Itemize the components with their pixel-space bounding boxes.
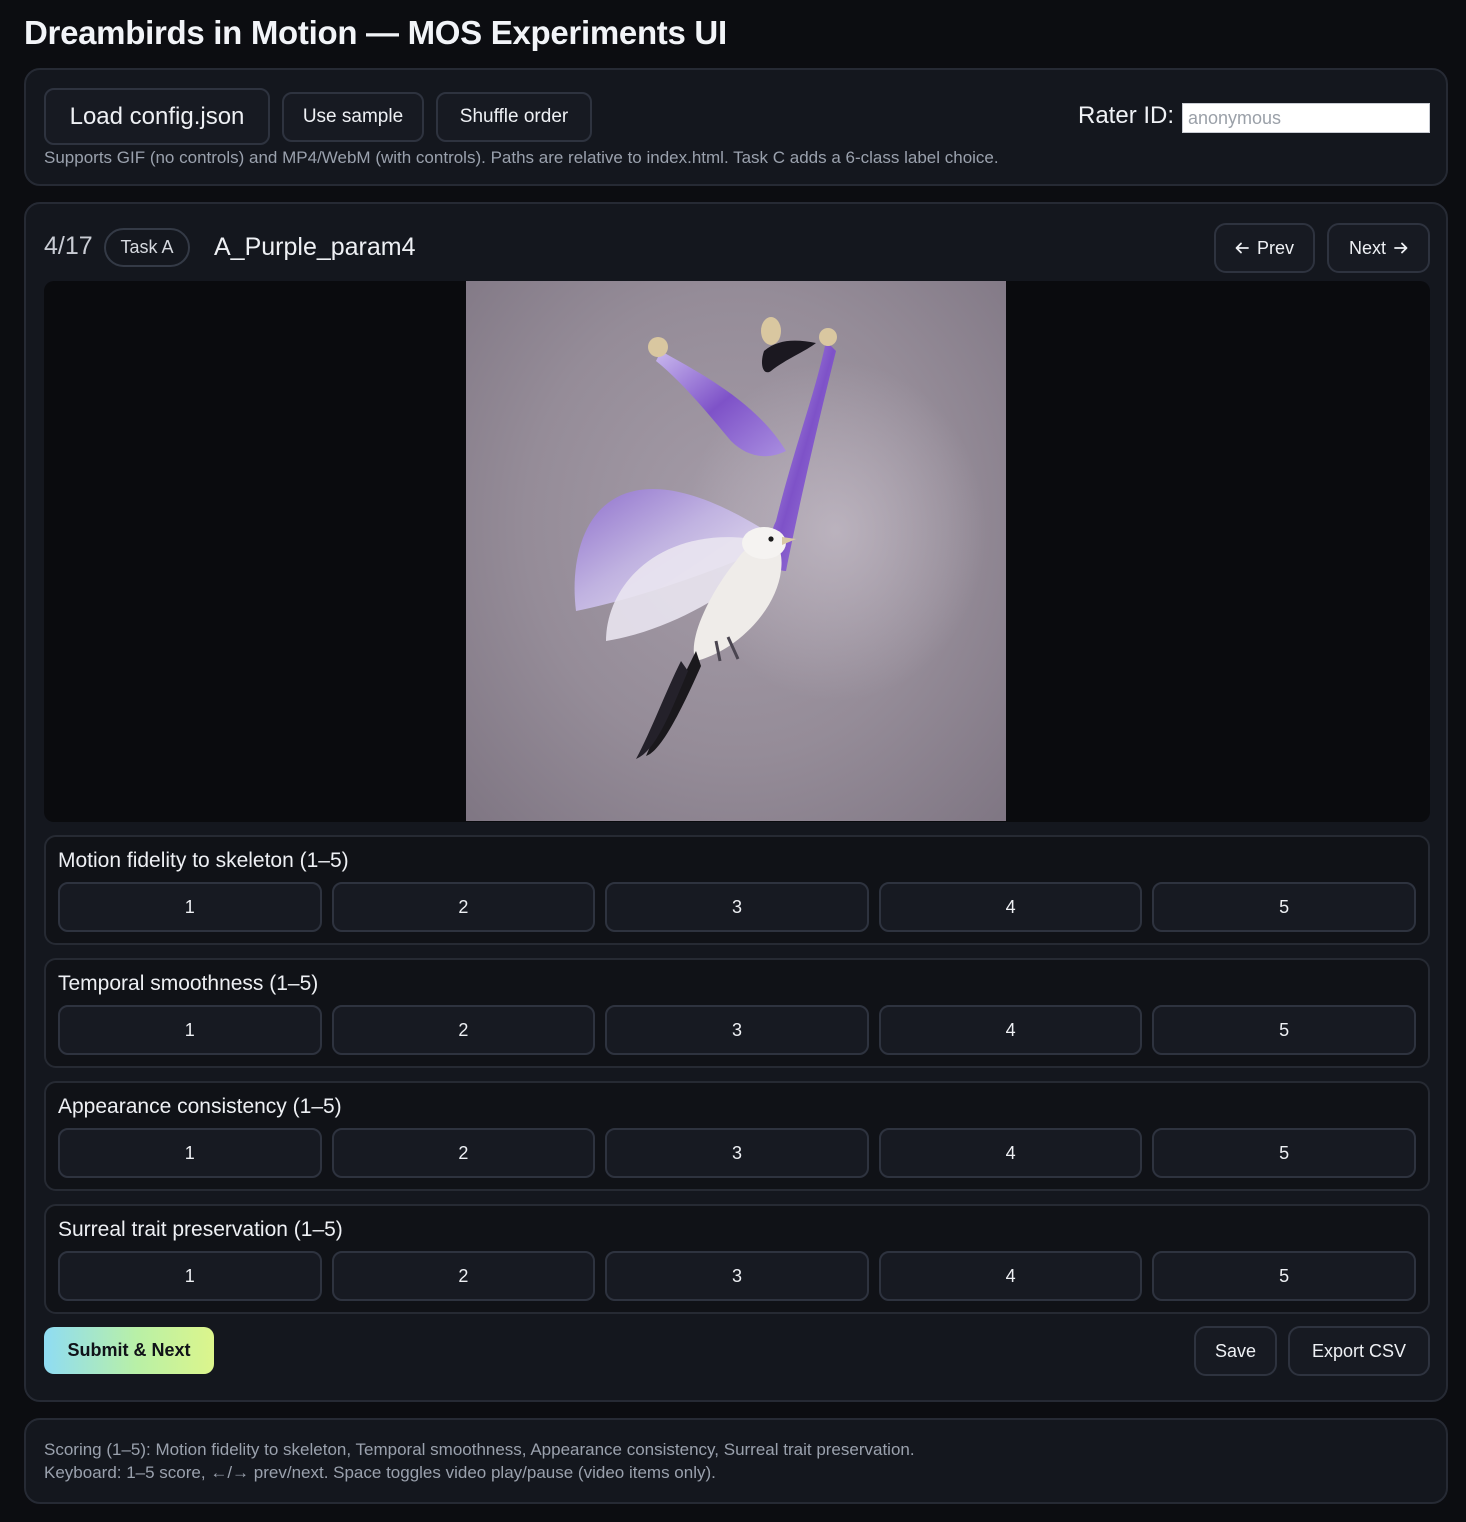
rating-group-temporal-smoothness: Temporal smoothness (1–5) 1 2 3 4 5 (44, 958, 1430, 1068)
bird-image (574, 317, 986, 759)
use-sample-button[interactable]: Use sample (282, 92, 424, 142)
arrow-right-icon (1394, 242, 1408, 254)
page-title: Dreambirds in Motion — MOS Experiments U… (24, 14, 727, 51)
score-button-5[interactable]: 5 (1152, 1128, 1416, 1178)
rating-label: Temporal smoothness (1–5) (58, 972, 319, 995)
score-button-5[interactable]: 5 (1152, 1005, 1416, 1055)
shuffle-order-button[interactable]: Shuffle order (436, 92, 592, 142)
rating-label: Surreal trait preservation (1–5) (58, 1218, 343, 1241)
load-config-button[interactable]: Load config.json (44, 88, 270, 145)
score-button-4[interactable]: 4 (878, 1251, 1143, 1301)
toolbar-panel: Load config.json Use sample Shuffle orde… (24, 68, 1448, 186)
format-hint: Supports GIF (no controls) and MP4/WebM … (44, 148, 999, 167)
score-button-1[interactable]: 1 (58, 1251, 322, 1301)
rater-id-input[interactable] (1182, 103, 1430, 133)
task-badge: Task A (104, 228, 190, 267)
scoring-help: Scoring (1–5): Motion fidelity to skelet… (44, 1440, 915, 1459)
score-button-2[interactable]: 2 (331, 1128, 596, 1178)
next-button[interactable]: Next (1327, 223, 1430, 273)
score-button-5[interactable]: 5 (1152, 1251, 1416, 1301)
rating-group-surreal-trait: Surreal trait preservation (1–5) 1 2 3 4… (44, 1204, 1430, 1314)
score-button-4[interactable]: 4 (878, 1005, 1143, 1055)
score-row: 1 2 3 4 5 (58, 882, 1416, 932)
score-button-3[interactable]: 3 (605, 1005, 869, 1055)
next-label: Next (1348, 237, 1386, 258)
arrow-left-icon (1235, 242, 1249, 254)
prev-button[interactable]: Prev (1214, 223, 1315, 273)
rating-label: Motion fidelity to skeleton (1–5) (58, 849, 349, 872)
score-button-1[interactable]: 1 (58, 1128, 322, 1178)
score-button-1[interactable]: 1 (58, 1005, 322, 1055)
rating-group-motion-fidelity: Motion fidelity to skeleton (1–5) 1 2 3 … (44, 835, 1430, 945)
rating-group-appearance-consistency: Appearance consistency (1–5) 1 2 3 4 5 (44, 1081, 1430, 1191)
rating-panel: 4/17 Task A A_Purple_param4 Prev Next Mo… (24, 202, 1448, 1402)
score-row: 1 2 3 4 5 (58, 1251, 1416, 1301)
export-csv-button[interactable]: Export CSV (1288, 1326, 1430, 1376)
score-button-3[interactable]: 3 (605, 1128, 869, 1178)
score-row: 1 2 3 4 5 (58, 1005, 1416, 1055)
score-button-3[interactable]: 3 (605, 882, 869, 932)
keyboard-help: Keyboard: 1–5 score, ←/→ prev/next. Spac… (44, 1463, 716, 1482)
item-counter: 4/17 (44, 232, 93, 260)
prev-label: Prev (1256, 237, 1294, 258)
rater-id-label: Rater ID: (1078, 102, 1175, 129)
score-button-5[interactable]: 5 (1152, 882, 1416, 932)
score-row: 1 2 3 4 5 (58, 1128, 1416, 1178)
media-viewer (44, 281, 1430, 822)
score-button-4[interactable]: 4 (878, 882, 1143, 932)
save-button[interactable]: Save (1194, 1326, 1277, 1376)
rating-label: Appearance consistency (1–5) (58, 1095, 342, 1118)
help-footer: Scoring (1–5): Motion fidelity to skelet… (24, 1418, 1448, 1504)
submit-next-button[interactable]: Submit & Next (44, 1327, 214, 1374)
media-image[interactable] (466, 281, 1006, 821)
score-button-2[interactable]: 2 (331, 1251, 596, 1301)
score-button-2[interactable]: 2 (331, 1005, 596, 1055)
score-button-4[interactable]: 4 (878, 1128, 1143, 1178)
item-name: A_Purple_param4 (214, 233, 416, 261)
score-button-2[interactable]: 2 (331, 882, 596, 932)
score-button-1[interactable]: 1 (58, 882, 322, 932)
score-button-3[interactable]: 3 (605, 1251, 869, 1301)
